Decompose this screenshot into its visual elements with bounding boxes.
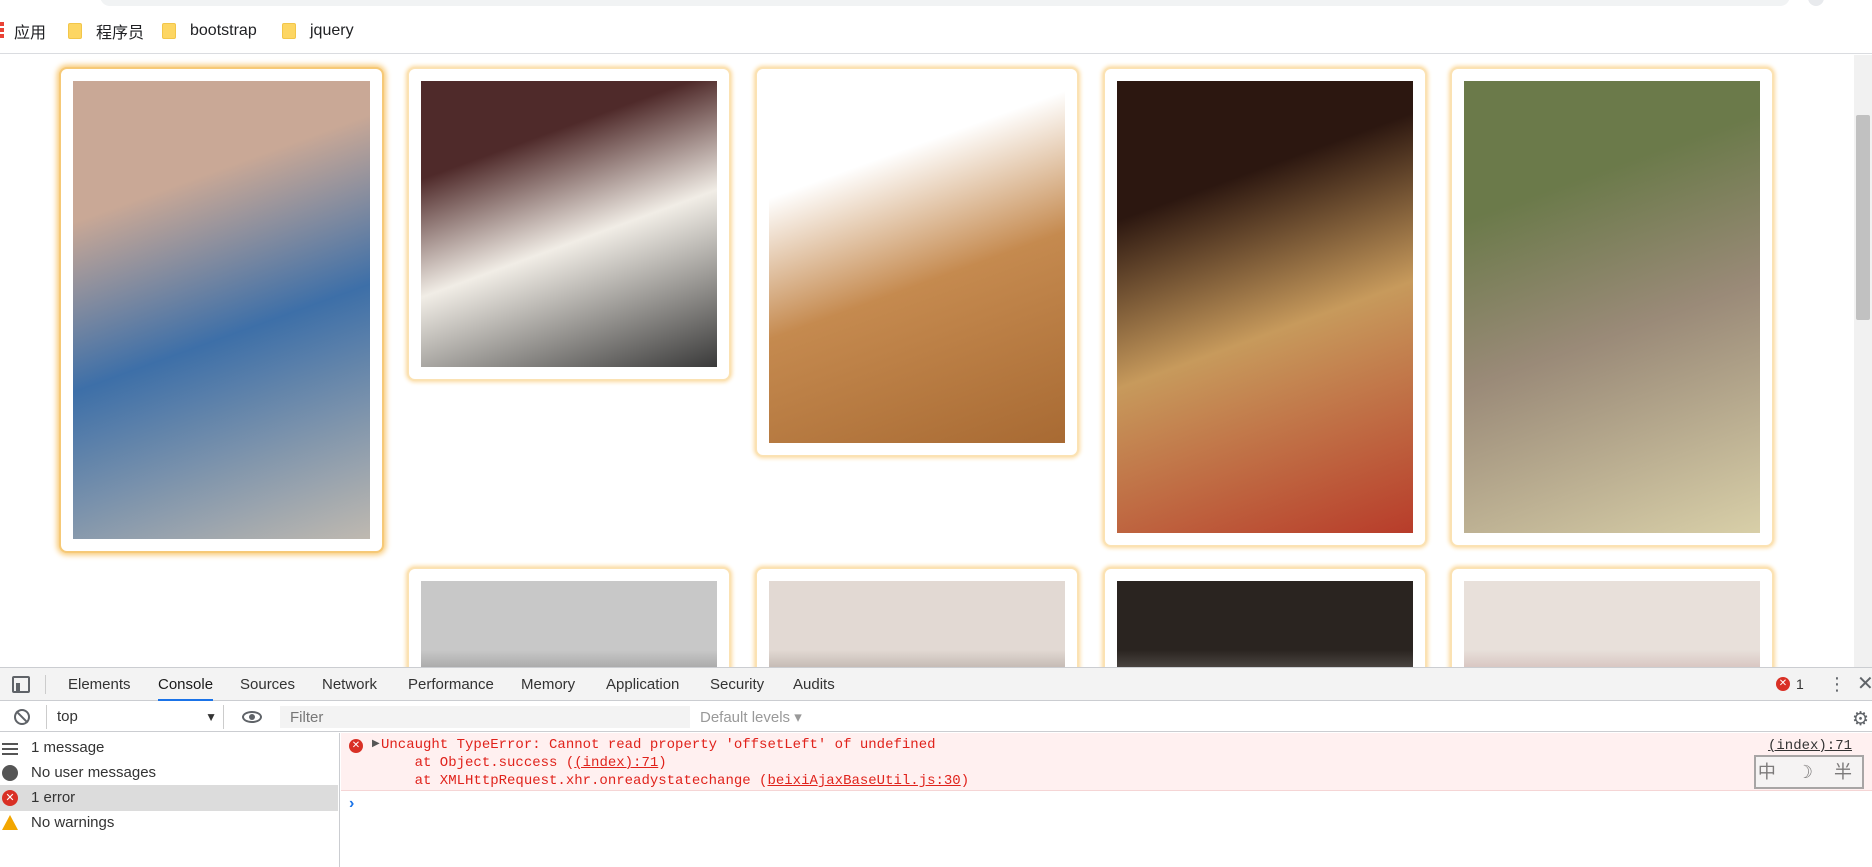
photo-5 bbox=[1464, 81, 1760, 533]
image-card[interactable] bbox=[1103, 567, 1427, 667]
apps-icon[interactable] bbox=[0, 22, 4, 38]
console-sidebar: 1 message No user messages ✕ 1 error No … bbox=[0, 733, 340, 867]
devtools-tabbar: Elements Console Sources Network Perform… bbox=[0, 668, 1872, 701]
sidebar-item-user-messages[interactable]: No user messages bbox=[0, 760, 338, 786]
stack-link[interactable]: beixiAjaxBaseUtil.js:30 bbox=[767, 773, 960, 789]
tab-performance[interactable]: Performance bbox=[408, 668, 494, 701]
tab-elements[interactable]: Elements bbox=[68, 668, 131, 701]
photo-9 bbox=[1464, 581, 1760, 667]
image-card[interactable] bbox=[407, 567, 731, 667]
console-prompt[interactable]: › bbox=[349, 795, 354, 813]
address-bar[interactable] bbox=[100, 0, 1790, 6]
bookmark-label: 应用 bbox=[14, 25, 47, 42]
tab-memory[interactable]: Memory bbox=[521, 668, 575, 701]
profile-avatar[interactable] bbox=[1808, 0, 1824, 6]
photo-6 bbox=[421, 581, 717, 667]
photo-4 bbox=[1117, 81, 1413, 533]
tab-console[interactable]: Console bbox=[158, 668, 214, 701]
bookmark-label: bootstrap bbox=[190, 22, 257, 39]
image-card[interactable] bbox=[1450, 67, 1774, 547]
console-error-message[interactable]: ✕ ▶ Uncaught TypeError: Cannot read prop… bbox=[341, 733, 1872, 791]
close-icon[interactable]: ✕ bbox=[1857, 671, 1872, 696]
bookmark-programmer[interactable]: 程序员 bbox=[68, 20, 144, 42]
scrollbar-thumb[interactable] bbox=[1856, 115, 1870, 320]
warning-icon bbox=[2, 815, 18, 830]
user-icon bbox=[2, 765, 18, 781]
photo-2 bbox=[421, 81, 717, 367]
list-icon bbox=[2, 743, 18, 755]
folder-icon bbox=[282, 23, 296, 39]
sidebar-item-label: No warnings bbox=[31, 814, 115, 831]
devtools-panel: Elements Console Sources Network Perform… bbox=[0, 667, 1872, 867]
photo-8 bbox=[1117, 581, 1413, 667]
sidebar-item-label: 1 error bbox=[31, 789, 76, 806]
error-text: Uncaught TypeError: Cannot read property… bbox=[381, 737, 936, 753]
sidebar-item-label: 1 message bbox=[31, 739, 105, 756]
log-levels-dropdown[interactable]: Default levels ▾ bbox=[700, 708, 802, 726]
image-card[interactable] bbox=[755, 67, 1079, 457]
error-icon: ✕ bbox=[1776, 677, 1790, 691]
photo-7 bbox=[769, 581, 1065, 667]
bookmark-bootstrap[interactable]: bootstrap bbox=[162, 20, 257, 42]
image-card[interactable] bbox=[59, 67, 384, 553]
error-icon: ✕ bbox=[349, 739, 363, 753]
source-link[interactable]: (index):71 bbox=[1768, 738, 1852, 754]
page-scrollbar[interactable] bbox=[1854, 55, 1872, 667]
sidebar-item-messages[interactable]: 1 message bbox=[0, 735, 338, 761]
divider bbox=[45, 675, 46, 694]
live-expression-icon[interactable] bbox=[242, 711, 262, 723]
tab-audits[interactable]: Audits bbox=[793, 668, 835, 701]
tab-security[interactable]: Security bbox=[710, 668, 764, 701]
waterfall-page bbox=[0, 55, 1872, 667]
console-toolbar: top ▼ Default levels ▾ ⚙ bbox=[0, 702, 1872, 732]
tab-network[interactable]: Network bbox=[322, 668, 377, 701]
image-card[interactable] bbox=[755, 567, 1079, 667]
clear-console-icon[interactable] bbox=[14, 709, 30, 725]
stack-frame-1: at Object.success ((index):71) bbox=[381, 755, 667, 771]
device-toggle-icon[interactable] bbox=[12, 676, 30, 693]
settings-gear-icon[interactable]: ⚙ bbox=[1852, 708, 1869, 731]
stack-frame-2: at XMLHttpRequest.xhr.onreadystatechange… bbox=[381, 773, 970, 789]
caret-down-icon: ▼ bbox=[205, 710, 217, 724]
bookmark-label: jquery bbox=[310, 22, 354, 39]
image-card[interactable] bbox=[1450, 567, 1774, 667]
expand-triangle-icon[interactable]: ▶ bbox=[372, 738, 380, 749]
error-count: 1 bbox=[1796, 676, 1804, 692]
bookmark-label: 程序员 bbox=[96, 25, 145, 42]
context-value: top bbox=[57, 708, 78, 725]
bookmark-apps[interactable]: 应用 bbox=[14, 20, 46, 42]
sidebar-item-errors[interactable]: ✕ 1 error bbox=[0, 785, 338, 811]
tab-application[interactable]: Application bbox=[606, 668, 679, 701]
ime-indicator: 中 ☽ 半 bbox=[1754, 755, 1864, 789]
photo-3 bbox=[769, 81, 1065, 443]
error-count-badge[interactable]: ✕ 1 bbox=[1776, 676, 1804, 692]
console-output: ✕ ▶ Uncaught TypeError: Cannot read prop… bbox=[341, 733, 1872, 867]
filter-input[interactable] bbox=[280, 706, 690, 728]
bookmarks-bar: 应用 程序员 bootstrap jquery bbox=[0, 0, 1872, 54]
tab-sources[interactable]: Sources bbox=[240, 668, 295, 701]
error-icon: ✕ bbox=[2, 790, 18, 806]
more-options-icon[interactable]: ⋮ bbox=[1828, 674, 1846, 695]
bookmark-jquery[interactable]: jquery bbox=[282, 20, 354, 42]
stack-link[interactable]: (index):71 bbox=[574, 755, 658, 771]
photo-1 bbox=[73, 81, 370, 539]
folder-icon bbox=[162, 23, 176, 39]
folder-icon bbox=[68, 23, 82, 39]
image-card[interactable] bbox=[1103, 67, 1427, 547]
image-card[interactable] bbox=[407, 67, 731, 381]
sidebar-item-label: No user messages bbox=[31, 764, 157, 781]
context-select[interactable]: top ▼ bbox=[46, 705, 224, 729]
sidebar-item-warnings[interactable]: No warnings bbox=[0, 810, 338, 836]
